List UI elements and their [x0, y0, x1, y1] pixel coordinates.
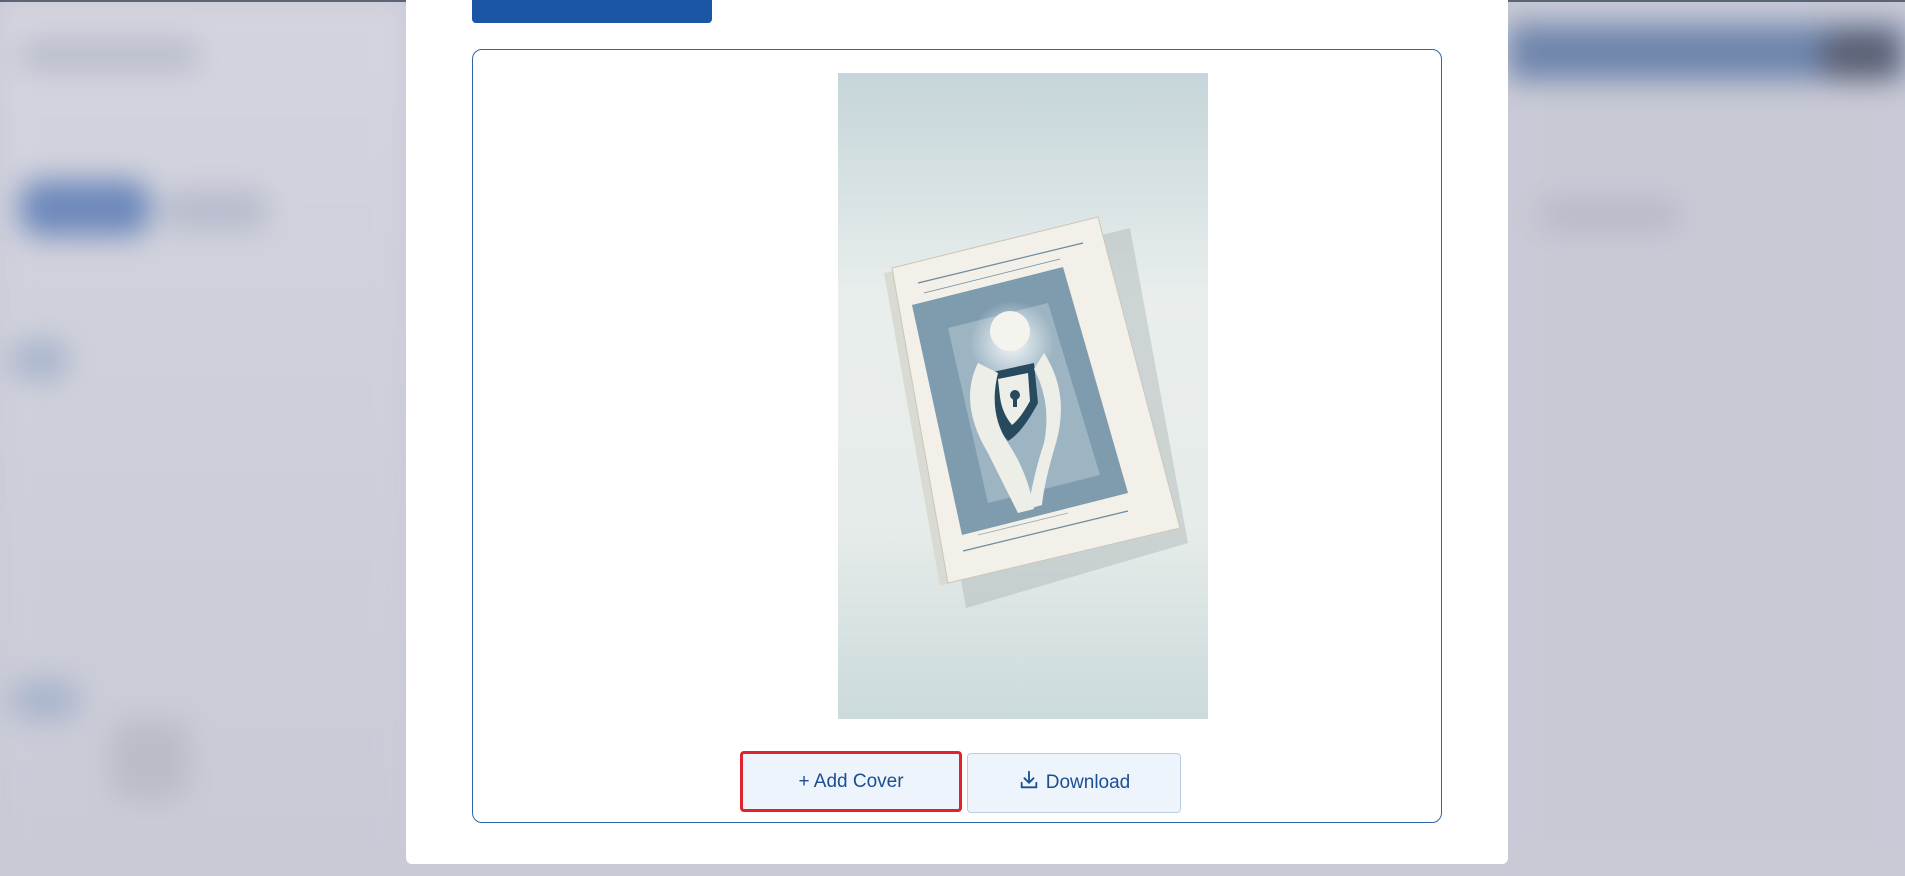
background-blob	[110, 720, 190, 800]
background-blob	[1540, 200, 1680, 230]
cover-preview-panel: + Add Cover Download	[472, 49, 1442, 823]
background-blob	[1820, 30, 1900, 80]
add-cover-label: + Add Cover	[798, 770, 904, 792]
background-blob	[20, 180, 150, 236]
background-blob	[10, 680, 80, 720]
modal-top-button[interactable]	[472, 0, 712, 23]
book-cover-image	[838, 73, 1208, 719]
download-button[interactable]: Download	[967, 753, 1181, 813]
background-left-panel	[0, 0, 406, 876]
background-right-panel	[1508, 0, 1905, 876]
background-blob	[160, 190, 270, 230]
background-blob	[10, 340, 70, 380]
download-icon	[1018, 769, 1040, 797]
download-label: Download	[1045, 772, 1131, 793]
add-cover-button[interactable]: + Add Cover	[740, 751, 962, 812]
cover-modal: + Add Cover Download	[406, 0, 1508, 864]
background-blob	[20, 40, 200, 70]
